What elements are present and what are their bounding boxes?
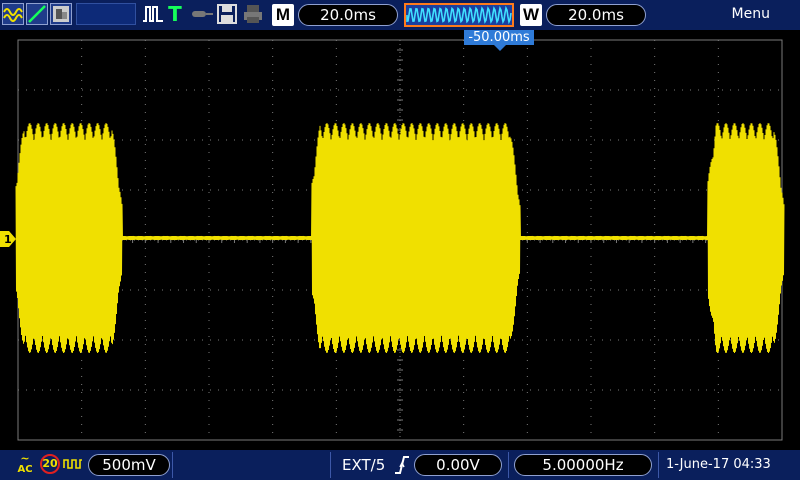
channel1-marker-label: 1: [4, 233, 12, 246]
bottom-status-bar: ~ AC 20 500mV EXT/5 0.00V 5.00000Hz 1-Ju…: [0, 450, 800, 480]
top-status-bar: T M 20.0ms W 20.0ms Menu: [0, 0, 800, 30]
print-icon[interactable]: [242, 3, 264, 25]
image-icon[interactable]: [50, 3, 72, 25]
main-timebase-badge: M: [272, 4, 294, 26]
ramp-icon[interactable]: [26, 3, 48, 25]
memory-depth-indicator: [404, 3, 514, 27]
waveform-display: [0, 30, 800, 450]
window-timebase-badge: W: [520, 4, 542, 26]
channel1-wave-icon: [63, 456, 83, 472]
trigger-source[interactable]: EXT/5: [342, 456, 385, 474]
channel1-scale[interactable]: 500mV: [88, 454, 170, 476]
bandwidth-limit-icon[interactable]: 20: [40, 454, 60, 474]
divider: [508, 452, 509, 478]
pulse-icon[interactable]: [142, 3, 164, 25]
coupling-label: AC: [17, 464, 33, 475]
graticule: [15, 39, 785, 441]
probe-icon[interactable]: [190, 3, 214, 25]
trigger-position-label: -50.00ms: [464, 30, 534, 45]
menu-button[interactable]: Menu: [732, 6, 770, 22]
divider: [172, 452, 173, 478]
waveform-icon[interactable]: [2, 3, 24, 25]
status-slot: [76, 3, 136, 25]
main-timebase-value[interactable]: 20.0ms: [298, 4, 398, 26]
divider: [658, 452, 659, 478]
trigger-position-marker: [494, 45, 506, 51]
ac-coupling-icon[interactable]: ~ AC: [14, 453, 36, 477]
window-timebase-value[interactable]: 20.0ms: [546, 4, 646, 26]
channel1-trace: [15, 122, 785, 354]
channel1-ground-marker[interactable]: 1: [0, 231, 16, 247]
divider: [330, 452, 331, 478]
frequency-counter: 5.00000Hz: [514, 454, 652, 476]
trigger-t-icon: T: [168, 2, 182, 26]
save-icon[interactable]: [216, 3, 238, 25]
rising-edge-icon[interactable]: [394, 455, 410, 475]
trigger-level[interactable]: 0.00V: [414, 454, 502, 476]
date-time: 1-June-17 04:33: [666, 457, 771, 472]
